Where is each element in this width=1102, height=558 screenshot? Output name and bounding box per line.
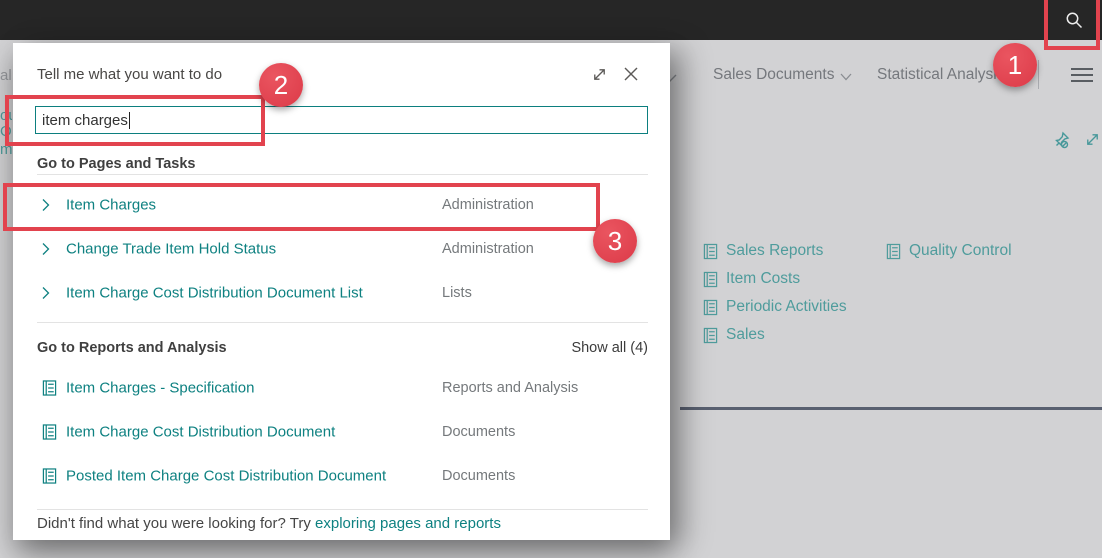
text-caret	[129, 112, 130, 129]
footer-text: Didn't find what you were looking for? T…	[37, 515, 311, 532]
chevron-right-icon	[42, 199, 50, 212]
hamburger-menu-icon[interactable]	[1071, 66, 1095, 84]
background-link-label: Quality Control	[909, 242, 1012, 260]
result-category: Documents	[442, 468, 515, 484]
divider	[37, 174, 648, 175]
result-category: Documents	[442, 424, 515, 440]
report-icon	[42, 380, 57, 397]
expand-icon[interactable]	[1084, 131, 1101, 153]
result-category: Administration	[442, 197, 534, 213]
dialog-title: Tell me what you want to do	[37, 66, 222, 83]
report-icon	[886, 243, 901, 260]
result-row-item-charges-specification[interactable]: Item Charges - Specification Reports and…	[13, 366, 670, 410]
result-row-item-charge-cost-distribution-document-list[interactable]: Item Charge Cost Distribution Document L…	[13, 271, 670, 315]
background-link-sales[interactable]: Sales	[703, 326, 765, 344]
report-icon	[42, 424, 57, 441]
result-row-change-trade-item-hold-status[interactable]: Change Trade Item Hold Status Administra…	[13, 227, 670, 271]
result-label: Item Charge Cost Distribution Document	[66, 424, 335, 441]
section-header-pages-tasks: Go to Pages and Tasks	[37, 156, 195, 172]
background-text-fragment: ali	[0, 67, 12, 84]
nav-item-statistical-analysis[interactable]: Statistical Analysi	[877, 66, 1015, 84]
background-link-sales-reports[interactable]: Sales Reports	[703, 242, 823, 260]
show-all-link[interactable]: Show all (4)	[571, 340, 648, 356]
section-header-reports-analysis: Go to Reports and Analysis	[37, 340, 227, 356]
tell-me-dialog: Tell me what you want to do item charges…	[13, 43, 670, 540]
explore-pages-reports-link[interactable]: exploring pages and reports	[315, 515, 501, 532]
chevron-right-icon	[42, 243, 50, 256]
background-link-periodic-activities[interactable]: Periodic Activities	[703, 298, 847, 316]
report-icon	[703, 243, 718, 260]
search-icon	[1065, 11, 1083, 29]
background-text-fragment: m	[0, 141, 12, 158]
background-link-label: Periodic Activities	[726, 298, 847, 316]
result-category: Administration	[442, 241, 534, 257]
chevron-down-icon	[840, 73, 852, 81]
result-row-item-charge-cost-distribution-document[interactable]: Item Charge Cost Distribution Document D…	[13, 410, 670, 454]
dialog-footer: Didn't find what you were looking for? T…	[37, 515, 501, 532]
result-label: Item Charge Cost Distribution Document L…	[66, 285, 363, 302]
result-label: Item Charges	[66, 197, 156, 214]
background-section-divider	[680, 407, 1102, 410]
result-row-item-charges[interactable]: Item Charges Administration	[13, 183, 670, 227]
result-category: Lists	[442, 285, 472, 301]
report-icon	[42, 468, 57, 485]
report-icon	[703, 327, 718, 344]
background-link-quality-control[interactable]: Quality Control	[886, 242, 1012, 260]
background-link-label: Item Costs	[726, 270, 800, 288]
report-icon	[703, 271, 718, 288]
report-icon	[703, 299, 718, 316]
search-input-value: item charges	[42, 112, 128, 129]
nav-item-label: Sales Documents	[713, 66, 834, 84]
background-text-fragment: Op	[0, 123, 12, 140]
tell-me-search-input[interactable]: item charges	[35, 106, 648, 134]
nav-item-sales-documents[interactable]: Sales Documents	[713, 66, 852, 84]
result-category: Reports and Analysis	[442, 380, 578, 396]
expand-dialog-icon[interactable]	[591, 66, 608, 88]
divider	[37, 509, 648, 510]
search-button[interactable]	[1046, 0, 1102, 40]
result-row-posted-item-charge-cost-distribution-document[interactable]: Posted Item Charge Cost Distribution Doc…	[13, 454, 670, 498]
nav-item-label: Statistical Analysi	[877, 66, 997, 84]
chevron-down-icon	[1003, 73, 1015, 81]
close-icon[interactable]	[622, 65, 640, 88]
nav-divider	[1038, 60, 1039, 89]
background-text-fragment: ou	[0, 107, 12, 124]
top-navigation-bar	[0, 0, 1102, 40]
background-link-label: Sales	[726, 326, 765, 344]
result-label: Item Charges - Specification	[66, 380, 254, 397]
result-label: Posted Item Charge Cost Distribution Doc…	[66, 468, 386, 485]
divider	[37, 322, 648, 323]
chevron-right-icon	[42, 287, 50, 300]
unpin-icon[interactable]	[1052, 130, 1072, 155]
background-link-label: Sales Reports	[726, 242, 823, 260]
background-link-item-costs[interactable]: Item Costs	[703, 270, 800, 288]
result-label: Change Trade Item Hold Status	[66, 241, 276, 258]
